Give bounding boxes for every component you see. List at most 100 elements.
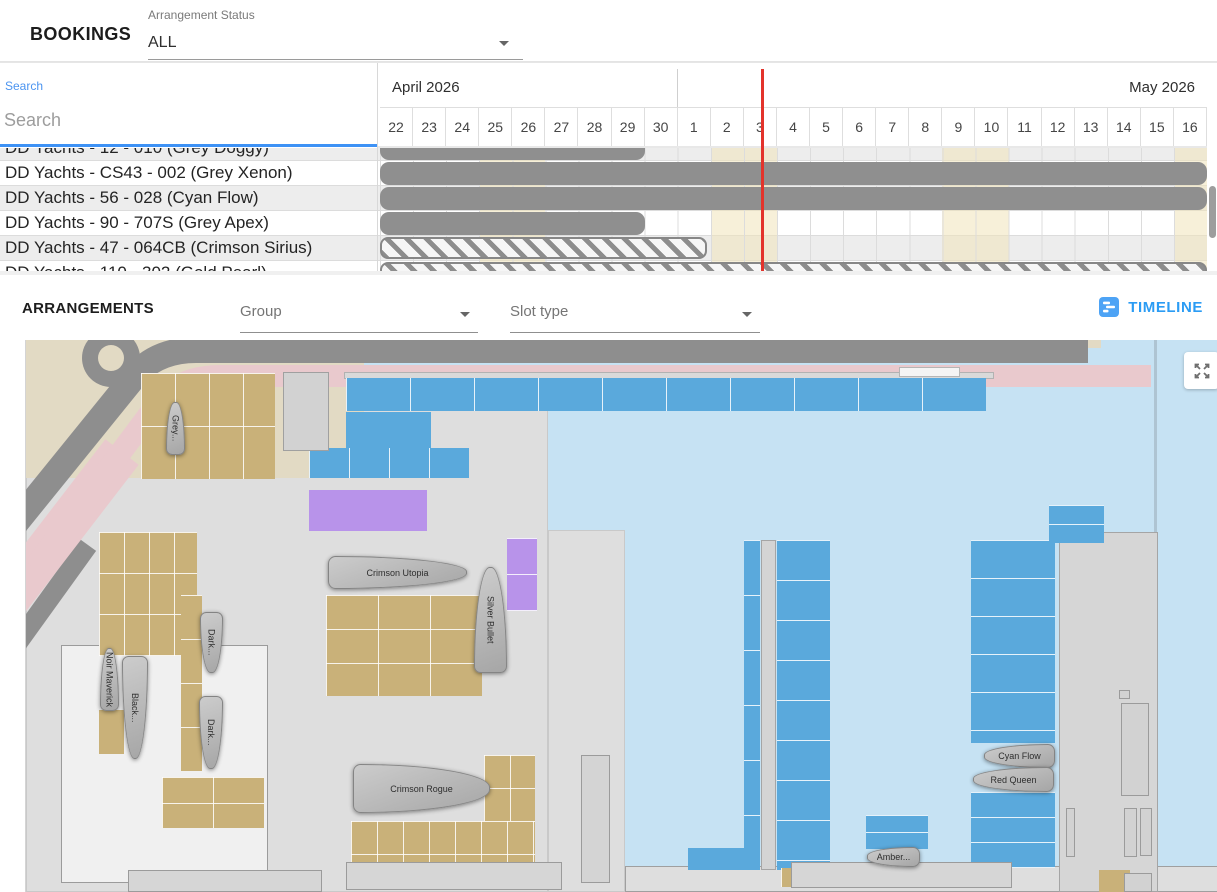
timeline-button-label: TIMELINE bbox=[1128, 299, 1203, 316]
building bbox=[899, 367, 960, 377]
berth-group-purple[interactable] bbox=[309, 490, 427, 531]
booking-bar[interactable] bbox=[380, 148, 645, 160]
booking-row-label: DD Yachts - CS43 - 002 (Grey Xenon) bbox=[5, 163, 293, 183]
timeline-icon bbox=[1099, 297, 1119, 317]
berth-group-blue[interactable] bbox=[346, 412, 431, 448]
day-cell: 6 bbox=[843, 108, 876, 146]
chevron-down-icon bbox=[460, 312, 470, 317]
day-cell: 13 bbox=[1075, 108, 1108, 146]
arrangement-status-label: Arrangement Status bbox=[148, 8, 255, 22]
yacht-label: Crimson Utopia bbox=[366, 568, 428, 578]
day-cell: 8 bbox=[909, 108, 942, 146]
pier[interactable] bbox=[761, 540, 776, 870]
berth-group-blue[interactable] bbox=[971, 540, 1055, 743]
berth-group-blue[interactable] bbox=[688, 848, 746, 870]
day-cell: 30 bbox=[645, 108, 678, 146]
booking-row-label: DD Yachts - 47 - 064CB (Crimson Sirius) bbox=[5, 238, 312, 258]
bookings-gantt-panel: Search April 2026May 2026 22232425262728… bbox=[0, 62, 1217, 271]
berth-group-tan[interactable] bbox=[484, 755, 535, 822]
month-label: May 2026 bbox=[1129, 79, 1195, 96]
booking-row-label: DD Yachts - 90 - 707S (Grey Apex) bbox=[5, 213, 269, 233]
fullscreen-icon bbox=[1192, 361, 1212, 381]
timeline-month-row: April 2026 May 2026 bbox=[380, 69, 1207, 107]
day-cell: 24 bbox=[446, 108, 479, 146]
timeline-day-row: 2223242526272829301234567891011121314151… bbox=[380, 108, 1207, 146]
day-cell: 26 bbox=[512, 108, 545, 146]
day-cell: 15 bbox=[1141, 108, 1174, 146]
building bbox=[1124, 873, 1152, 892]
building bbox=[1066, 808, 1075, 857]
chevron-down-icon bbox=[499, 41, 509, 46]
quay-strip bbox=[128, 870, 322, 892]
berth-group-blue[interactable] bbox=[309, 448, 469, 478]
day-cell: 16 bbox=[1174, 108, 1207, 146]
day-cell: 29 bbox=[612, 108, 645, 146]
timeline-view-button[interactable]: TIMELINE bbox=[1099, 297, 1203, 317]
day-cell: 2 bbox=[711, 108, 744, 146]
fullscreen-button[interactable] bbox=[1184, 352, 1217, 389]
list-grid-divider bbox=[377, 63, 378, 271]
booking-bar[interactable] bbox=[380, 187, 1207, 210]
day-cell: 11 bbox=[1008, 108, 1041, 146]
slot-type-placeholder: Slot type bbox=[510, 303, 568, 320]
yacht-label: Noir Maverick bbox=[105, 652, 115, 707]
booking-bar[interactable] bbox=[380, 162, 1207, 185]
day-cell: 10 bbox=[975, 108, 1008, 146]
yacht-label: Red Queen bbox=[990, 775, 1036, 785]
yacht-label: Crimson Rogue bbox=[390, 784, 453, 794]
booking-bar[interactable] bbox=[380, 212, 645, 235]
arrangement-status-value: ALL bbox=[148, 34, 176, 51]
berth-group-blue[interactable] bbox=[346, 378, 986, 411]
app-root: BOOKINGS Arrangement Status ALL Search A… bbox=[0, 0, 1217, 892]
berth-group-blue[interactable] bbox=[971, 792, 1055, 868]
bookings-header: BOOKINGS Arrangement Status ALL bbox=[0, 0, 1217, 62]
booking-bar[interactable] bbox=[380, 262, 1207, 271]
yacht-label: Amber... bbox=[877, 852, 911, 862]
arrangements-toolbar: ARRANGEMENTS Group Slot type TIMELINE bbox=[0, 271, 1217, 340]
month-label: April 2026 bbox=[392, 79, 460, 96]
building bbox=[283, 372, 329, 451]
berth-group-tan[interactable] bbox=[181, 595, 202, 771]
building bbox=[581, 755, 610, 883]
search-input[interactable] bbox=[4, 103, 364, 137]
group-select[interactable]: Group bbox=[240, 295, 478, 333]
berth-group-blue[interactable] bbox=[1049, 505, 1104, 543]
berth-group-tan[interactable] bbox=[141, 373, 275, 479]
booking-row-label: DD Yachts - 110 - 302 (Gold Pearl) bbox=[5, 263, 267, 271]
building bbox=[1124, 808, 1137, 857]
berth-group-tan[interactable] bbox=[326, 595, 482, 696]
vertical-scrollbar[interactable] bbox=[1209, 186, 1216, 238]
yacht-label: Cyan Flow bbox=[998, 751, 1041, 761]
day-cell: 5 bbox=[810, 108, 843, 146]
day-cell: 1 bbox=[678, 108, 711, 146]
berth-group-blue[interactable] bbox=[866, 815, 928, 849]
berth-group-blue[interactable] bbox=[744, 540, 760, 870]
search-label: Search bbox=[5, 79, 43, 93]
day-cell: 7 bbox=[876, 108, 909, 146]
slot-type-select[interactable]: Slot type bbox=[510, 295, 760, 333]
day-cell: 23 bbox=[413, 108, 446, 146]
day-cell: 9 bbox=[942, 108, 975, 146]
search-underline bbox=[0, 144, 378, 147]
building bbox=[1119, 690, 1130, 699]
arrangement-status-select[interactable]: ALL bbox=[148, 30, 523, 60]
building bbox=[61, 645, 268, 883]
day-cell: 28 bbox=[578, 108, 611, 146]
yacht-label: Dark... bbox=[206, 719, 216, 746]
page-title: BOOKINGS bbox=[30, 24, 131, 45]
berth-group-purple[interactable] bbox=[507, 538, 537, 611]
berth-group-tan[interactable] bbox=[99, 710, 124, 754]
berth-group-tan[interactable] bbox=[162, 777, 264, 828]
berth-group-blue[interactable] bbox=[777, 540, 830, 870]
marina-map: Grey... Crimson Utopia Silver Bullet Noir M… bbox=[25, 340, 1217, 892]
booking-row-label: DD Yachts - 12 - 010 (Grey Doggy) bbox=[5, 148, 269, 158]
booking-bar[interactable] bbox=[380, 237, 707, 259]
yacht-label: Silver Bullet bbox=[486, 596, 496, 644]
booking-row-label: DD Yachts - 56 - 028 (Cyan Flow) bbox=[5, 188, 259, 208]
day-cell: 4 bbox=[777, 108, 810, 146]
yacht-label: Dark... bbox=[207, 629, 217, 656]
group-placeholder: Group bbox=[240, 303, 282, 320]
yacht-label: Grey... bbox=[171, 415, 181, 441]
day-cell: 25 bbox=[479, 108, 512, 146]
quay-strip bbox=[346, 862, 562, 890]
